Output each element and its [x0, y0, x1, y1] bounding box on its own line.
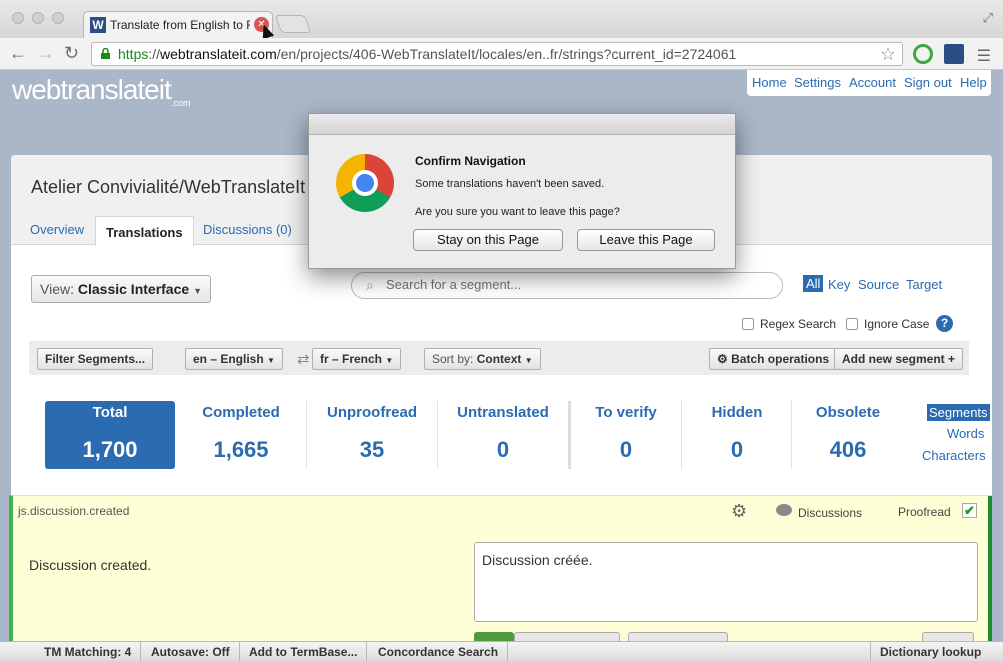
- unit-words[interactable]: Words: [947, 426, 984, 441]
- view-select-prefix: View:: [40, 281, 74, 297]
- stat-untranslated[interactable]: Untranslated 0: [438, 401, 568, 469]
- minimize-window-button[interactable]: [32, 12, 44, 24]
- filter-segments-button[interactable]: Filter Segments...: [37, 348, 154, 370]
- site-logo[interactable]: webtranslateit: [12, 74, 172, 106]
- lock-icon: [101, 48, 110, 59]
- chrome-logo-icon: [336, 154, 394, 212]
- chevron-down-icon: ▼: [267, 356, 275, 365]
- scope-all[interactable]: All: [803, 275, 824, 292]
- segment-key: js.discussion.created: [18, 504, 130, 518]
- stat-completed[interactable]: Completed 1,665: [176, 401, 306, 469]
- concordance-search[interactable]: Concordance Search: [369, 642, 509, 661]
- target-textarea[interactable]: Discussion créée.: [474, 542, 978, 622]
- url-text: https://webtranslateit.com/en/projects/4…: [118, 46, 737, 62]
- browser-tab[interactable]: W Translate from English to F ✕: [83, 11, 273, 38]
- menu-icon[interactable]: ☰: [977, 46, 991, 66]
- confirm-navigation-dialog: Confirm Navigation Some translations hav…: [308, 113, 736, 269]
- browser-toolbar: ← → ↻ https://webtranslateit.com/en/proj…: [0, 38, 1003, 70]
- plus-icon: +: [948, 352, 956, 366]
- star-icon[interactable]: ☆: [880, 44, 896, 65]
- extension-icon[interactable]: [913, 44, 933, 64]
- profile-extension-icon[interactable]: [944, 44, 964, 64]
- nav-help[interactable]: Help: [960, 75, 987, 90]
- project-title: Atelier Convivialité/WebTranslateIt: [31, 177, 306, 197]
- nav-account[interactable]: Account: [849, 75, 896, 90]
- regex-label: Regex Search: [760, 317, 837, 331]
- forward-icon[interactable]: →: [37, 44, 55, 62]
- stat-unproofread[interactable]: Unproofread 35: [307, 401, 437, 469]
- unit-characters[interactable]: Characters: [922, 448, 986, 463]
- help-icon[interactable]: ?: [936, 315, 953, 332]
- proofread-checkbox[interactable]: ✔: [962, 503, 977, 518]
- back-icon[interactable]: ←: [9, 44, 27, 62]
- close-window-button[interactable]: [12, 12, 24, 24]
- segment-row: js.discussion.created ⚙ Discussions Proo…: [9, 495, 992, 661]
- add-segment-button[interactable]: Add new segment +: [834, 348, 964, 370]
- add-to-termbase[interactable]: Add to TermBase...: [240, 642, 368, 661]
- ignore-case-label: Ignore Case: [864, 317, 930, 331]
- proofread-label: Proofread: [898, 505, 951, 519]
- scope-source[interactable]: Source: [858, 277, 899, 292]
- address-bar[interactable]: https://webtranslateit.com/en/projects/4…: [91, 42, 903, 66]
- view-select[interactable]: View: Classic Interface ▼: [31, 275, 211, 303]
- gear-icon: ⚙: [717, 352, 728, 366]
- unit-segments[interactable]: Segments: [927, 404, 990, 421]
- stat-total[interactable]: Total 1,700: [45, 401, 175, 469]
- nav-settings[interactable]: Settings: [794, 75, 841, 90]
- nav-home[interactable]: Home: [752, 75, 787, 90]
- top-navigation: Home Settings Account Sign out Help: [747, 70, 991, 96]
- view-select-value: Classic Interface: [77, 281, 190, 297]
- swap-locales-icon[interactable]: ⇄: [297, 350, 310, 368]
- ignore-case-checkbox[interactable]: [846, 318, 858, 330]
- tab-discussions[interactable]: Discussions (0): [203, 222, 292, 237]
- source-locale-select[interactable]: en – English ▼: [185, 348, 283, 370]
- sort-select[interactable]: Sort by: Context ▼: [424, 348, 541, 370]
- dialog-message: Some translations haven't been saved.: [415, 178, 605, 190]
- gear-icon[interactable]: ⚙: [731, 501, 747, 522]
- chevron-down-icon: ▼: [385, 356, 394, 365]
- tab-title: Translate from English to F: [110, 18, 250, 32]
- zoom-window-button[interactable]: [52, 12, 64, 24]
- scope-key[interactable]: Key: [828, 277, 850, 292]
- nav-sign-out[interactable]: Sign out: [904, 75, 952, 90]
- dialog-titlebar: [309, 114, 735, 135]
- editor-statusbar: TM Matching: 4 Autosave: Off Add to Term…: [0, 641, 1003, 661]
- chevron-down-icon: ▼: [524, 356, 533, 365]
- target-locale-select[interactable]: fr – French ▼: [312, 348, 402, 370]
- autosave-toggle[interactable]: Autosave: Off: [142, 642, 240, 661]
- favicon-icon: W: [90, 17, 106, 33]
- chevron-down-icon: ▼: [193, 286, 202, 296]
- window-titlebar: W Translate from English to F ✕ ⤢: [0, 0, 1003, 40]
- search-box[interactable]: ⌕: [351, 272, 783, 299]
- stat-obsolete[interactable]: Obsolete 406: [783, 401, 913, 469]
- reload-icon[interactable]: ↻: [64, 44, 79, 62]
- speech-bubble-icon[interactable]: [776, 504, 792, 516]
- dialog-title: Confirm Navigation: [415, 154, 526, 168]
- fullscreen-icon[interactable]: ⤢: [983, 10, 993, 26]
- batch-operations-button[interactable]: ⚙ Batch operations: [709, 348, 838, 370]
- filter-bar: Filter Segments... en – English ▼ ⇄ fr –…: [29, 341, 969, 375]
- site-logo-suffix: .com: [171, 98, 191, 108]
- search-icon: ⌕: [366, 277, 374, 293]
- discussions-link[interactable]: Discussions: [798, 506, 862, 520]
- scope-target[interactable]: Target: [906, 277, 942, 292]
- leave-page-button[interactable]: Leave this Page: [577, 229, 715, 251]
- tab-overview[interactable]: Overview: [30, 222, 84, 237]
- dialog-question: Are you sure you want to leave this page…: [415, 206, 620, 218]
- source-text: Discussion created.: [29, 557, 152, 573]
- stay-on-page-button[interactable]: Stay on this Page: [413, 229, 563, 251]
- regex-checkbox[interactable]: [742, 318, 754, 330]
- tm-matching[interactable]: TM Matching: 4: [35, 642, 142, 661]
- search-input[interactable]: [386, 277, 766, 292]
- new-tab-button[interactable]: [274, 15, 312, 33]
- tab-translations[interactable]: Translations: [95, 216, 194, 246]
- dictionary-lookup[interactable]: Dictionary lookup: [870, 642, 990, 661]
- segment-status-bar: [988, 496, 992, 661]
